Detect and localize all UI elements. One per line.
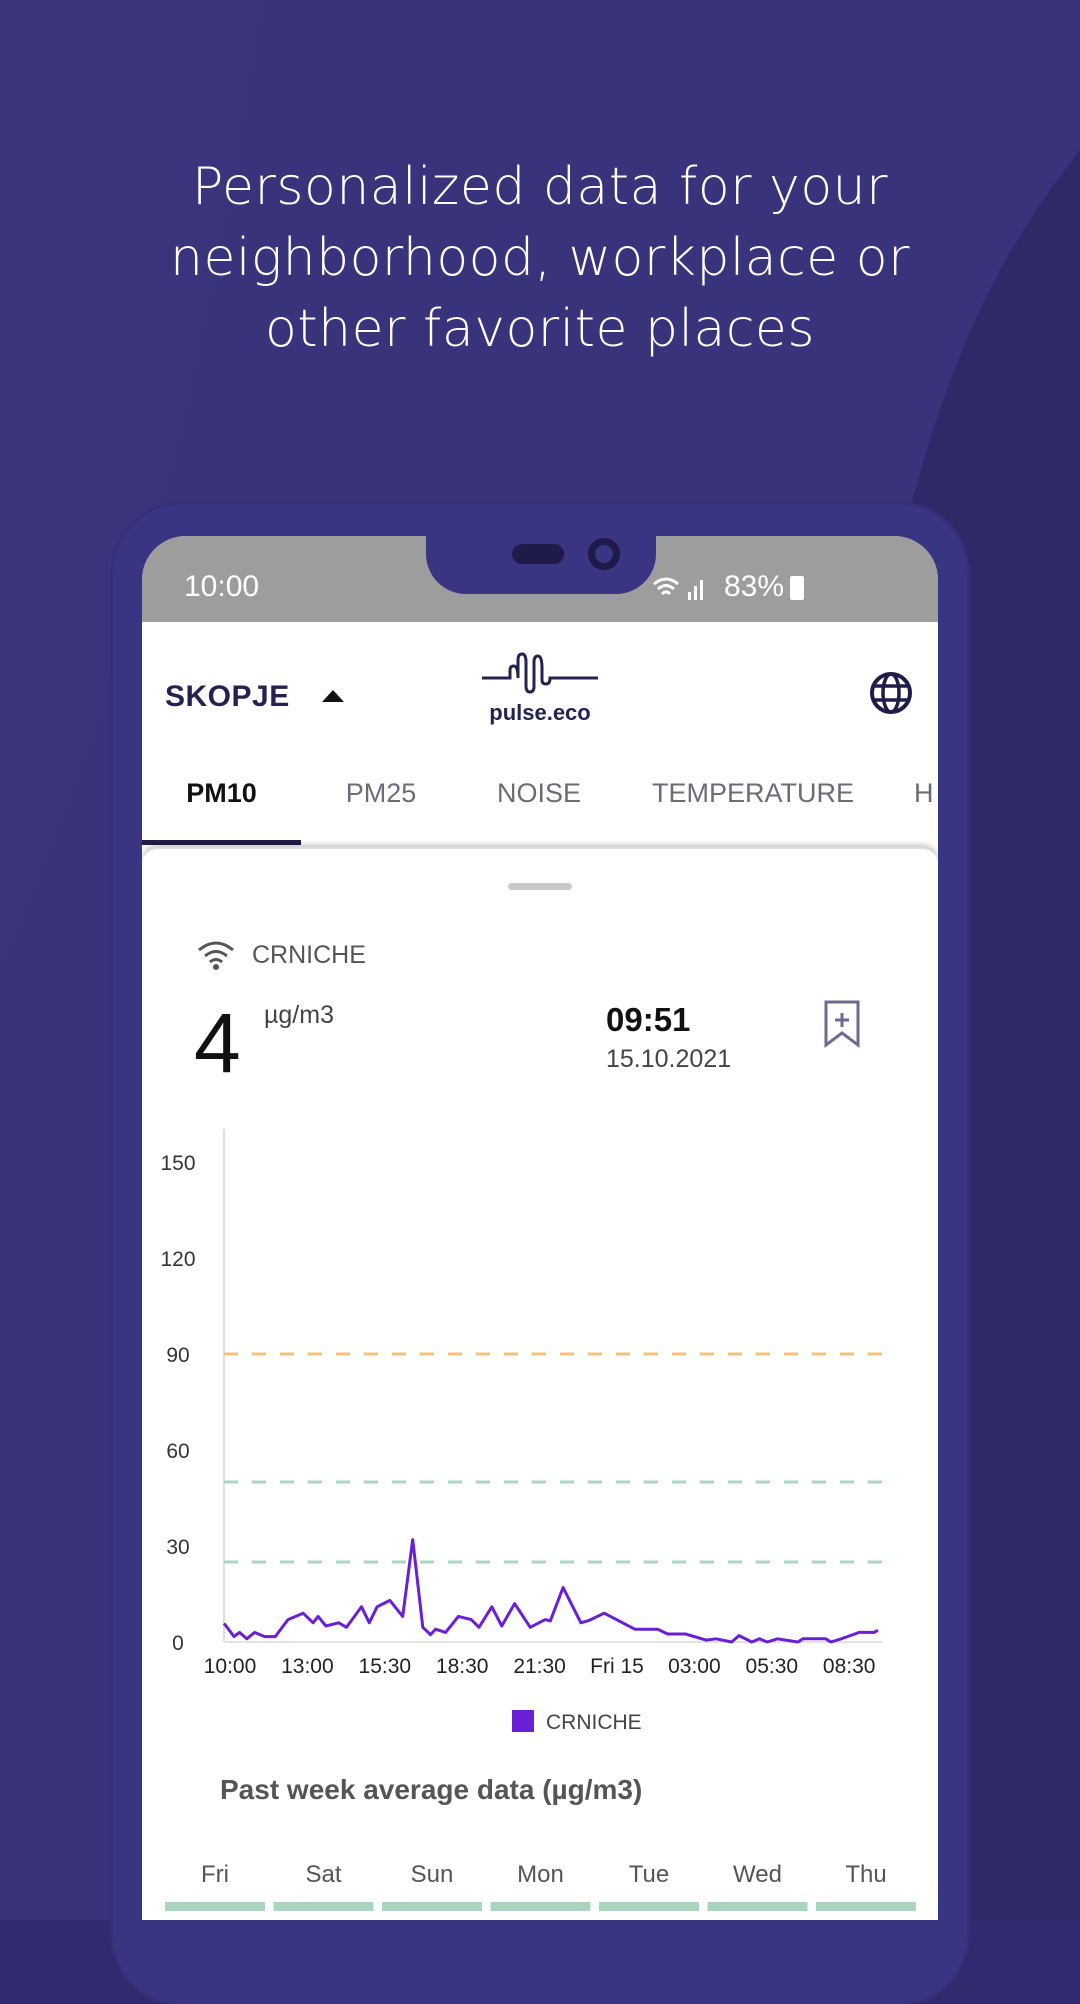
x-tick-label: 08:30 (823, 1655, 876, 1678)
headline-line: Personalized data for your (0, 152, 1080, 223)
week-day-bar (816, 1902, 916, 1911)
app-bar: SKOPJE pulse.eco (142, 622, 938, 760)
sensor-name: CRNICHE (252, 941, 366, 970)
week-day-bar (599, 1902, 699, 1911)
caret-up-icon[interactable] (322, 690, 344, 702)
tab-noise[interactable]: NOISE (464, 760, 614, 846)
battery-icon (790, 576, 804, 600)
headline-line: neighborhood, workplace or (0, 223, 1080, 294)
week-day-bar (274, 1902, 374, 1911)
pollutant-tabs: PM10 PM25 NOISE TEMPERATURE H (142, 760, 938, 846)
y-tick-label: 30 (166, 1536, 189, 1559)
week-title: Past week average data (µg/m3) (220, 1774, 642, 1805)
week-day-bar (491, 1902, 591, 1911)
week-day-bar (382, 1902, 482, 1911)
headline: Personalized data for your neighborhood,… (0, 152, 1080, 365)
sensor-unit: µg/m3 (264, 1001, 334, 1030)
x-tick-label: 13:00 (281, 1655, 334, 1678)
week-day-bar (165, 1902, 265, 1911)
y-tick-label: 150 (160, 1152, 195, 1175)
battery-percent: 83% (724, 570, 784, 604)
wifi-signal-icon (650, 574, 710, 602)
tab-pm25[interactable]: PM25 (307, 760, 455, 846)
week-day-label: Mon (517, 1861, 564, 1888)
sensor-card: CRNICHE 4 µg/m3 09:51 15.10.2021 0 30 60 90… (142, 847, 938, 1920)
notch (426, 536, 656, 594)
x-tick-label: 10:00 (204, 1655, 257, 1678)
x-tick-label: 05:30 (746, 1655, 799, 1678)
bookmark-add-icon[interactable] (822, 999, 862, 1049)
y-tick-label: 90 (166, 1344, 189, 1367)
active-tab-indicator (142, 840, 301, 845)
headline-line: other favorite places (0, 294, 1080, 365)
pm10-line-chart: 0 30 60 90 120 150 10:00 13:00 15:30 18:30 21:30 Fr… (142, 1099, 938, 1920)
y-tick-label: 0 (172, 1632, 184, 1655)
x-tick-label: 03:00 (668, 1655, 721, 1678)
week-day-bar (708, 1902, 808, 1911)
week-day-label: Wed (733, 1861, 782, 1888)
y-tick-label: 120 (160, 1248, 195, 1271)
week-day-label: Fri (201, 1861, 229, 1888)
x-tick-label: Fri 15 (590, 1655, 644, 1678)
tab-pm10[interactable]: PM10 (142, 760, 301, 846)
speaker (512, 544, 564, 564)
status-time: 10:00 (184, 570, 259, 604)
legend-swatch (512, 1710, 534, 1732)
camera (588, 538, 620, 570)
phone-screen: 10:00 83% SKOPJE pulse.eco PM10 PM25 NOI… (142, 536, 938, 1920)
logo-text: pulse.eco (480, 700, 600, 726)
series-line-crniche (224, 1540, 878, 1642)
week-day-label: Sun (411, 1861, 454, 1888)
city-selector[interactable]: SKOPJE (165, 680, 290, 714)
week-day-label: Tue (629, 1861, 669, 1888)
legend-label: CRNICHE (546, 1711, 642, 1734)
week-day-label: Sat (305, 1861, 341, 1888)
reading-date: 15.10.2021 (606, 1045, 731, 1074)
globe-icon[interactable] (868, 670, 914, 716)
x-tick-label: 21:30 (513, 1655, 566, 1678)
x-tick-label: 18:30 (436, 1655, 489, 1678)
x-tick-label: 15:30 (359, 1655, 412, 1678)
tab-temperature[interactable]: TEMPERATURE (630, 760, 876, 846)
tab-humidity[interactable]: H (914, 760, 938, 846)
reading-time: 09:51 (606, 1001, 690, 1039)
y-tick-label: 60 (166, 1440, 189, 1463)
sensor-value: 4 (194, 995, 241, 1092)
drag-handle[interactable] (508, 883, 572, 890)
week-day-label: Thu (845, 1861, 886, 1888)
status-bar: 10:00 83% (142, 536, 938, 622)
sensor-wifi-icon (196, 939, 236, 971)
